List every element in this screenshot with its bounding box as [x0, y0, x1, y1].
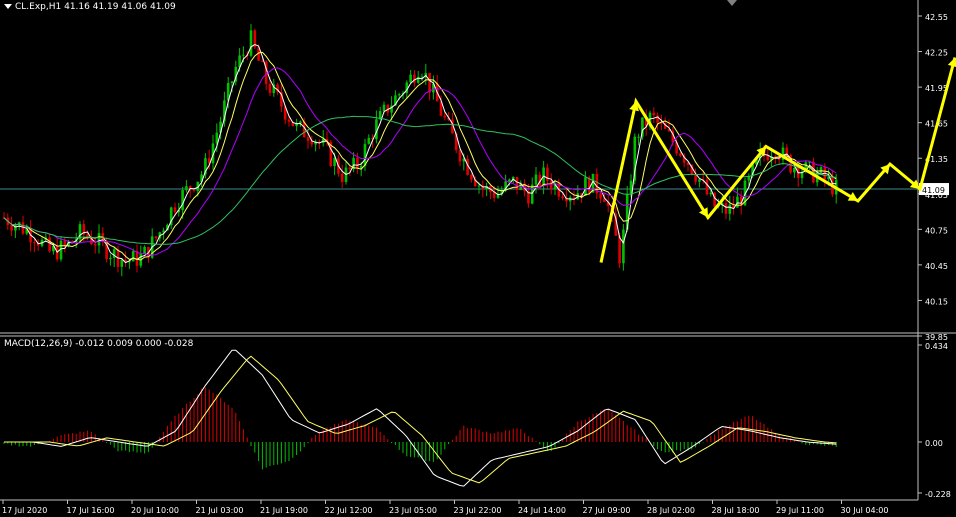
macd-tick-label: 0.00 — [925, 439, 943, 448]
price-candle-body — [679, 153, 682, 156]
current-price-label: 41.09 — [922, 186, 945, 195]
price-candle-body — [736, 196, 739, 208]
price-candle-body — [63, 240, 67, 246]
chart-symbol-header: CL.Exp,H1 41.16 41.19 41.06 41.09 — [4, 2, 176, 12]
price-candle-body — [131, 251, 135, 262]
symbol-quote-text: CL.Exp,H1 41.16 41.19 41.06 41.09 — [15, 2, 176, 12]
price-candle-body — [268, 83, 272, 94]
price-candle-body — [443, 115, 447, 118]
price-tick-label: 40.15 — [925, 297, 948, 306]
time-axis-label: 17 Jul 16:00 — [67, 506, 115, 515]
price-candle-body — [242, 54, 245, 56]
price-candle-body — [819, 167, 823, 173]
price-candle-body — [340, 173, 344, 182]
price-tick-label: 42.25 — [925, 49, 948, 58]
price-candle-body — [299, 121, 302, 124]
price-candle-body — [173, 207, 177, 213]
price-candle-body — [709, 192, 713, 195]
dropdown-triangle-icon[interactable] — [4, 4, 12, 9]
price-candle-body — [382, 104, 386, 112]
price-candle-body — [724, 203, 728, 214]
price-candle-body — [249, 30, 253, 56]
price-candle-body — [546, 167, 549, 181]
price-candle-body — [561, 196, 564, 199]
price-candle-body — [599, 193, 602, 199]
ma-mid-line — [3, 51, 837, 261]
price-candle-body — [397, 94, 401, 96]
price-candle-body — [637, 136, 640, 138]
forecast-arrowhead — [947, 57, 956, 68]
time-axis-label: 17 Jul 2020 — [2, 506, 47, 515]
macd-signal-line — [4, 355, 837, 484]
price-candle-body — [728, 204, 732, 214]
price-candle-body — [413, 74, 416, 83]
price-candle-body — [33, 242, 36, 244]
time-axis-label: 24 Jul 14:00 — [518, 506, 566, 515]
price-candle-body — [97, 233, 101, 246]
price-candle-body — [793, 168, 796, 173]
time-axis-label: 22 Jul 12:00 — [325, 506, 373, 515]
ma-slow-line — [3, 67, 837, 256]
price-candle-body — [549, 180, 553, 190]
chart-shift-marker-icon[interactable] — [727, 0, 737, 6]
price-candle-body — [154, 236, 158, 239]
time-axis-label: 29 Jul 11:00 — [776, 506, 824, 515]
price-candle-body — [10, 224, 13, 231]
price-candle-body — [652, 112, 656, 116]
price-candle-body — [458, 150, 462, 162]
macd-indicator-header: MACD(12,26,9) -0.012 0.009 0.000 -0.028 — [4, 339, 193, 349]
price-candle-body — [508, 179, 511, 182]
price-candle-body — [705, 179, 709, 195]
price-candle-body — [618, 235, 621, 264]
price-candle-body — [515, 176, 519, 190]
price-candle-body — [93, 244, 97, 246]
price-candle-body — [192, 189, 196, 191]
price-candle-body — [584, 177, 587, 196]
price-candle-body — [112, 249, 116, 258]
price-candle-body — [109, 257, 112, 260]
price-tick-label: 40.45 — [925, 262, 948, 271]
ma-long-line — [3, 115, 837, 245]
time-axis-label: 23 Jul 05:00 — [389, 506, 437, 515]
price-tick-label: 39.85 — [925, 333, 948, 342]
time-axis-label: 28 Jul 02:00 — [647, 506, 695, 515]
price-candle-body — [428, 72, 431, 93]
price-candle-body — [181, 190, 184, 211]
chart-area[interactable]: 42.5542.2541.9541.6541.3541.0540.7540.45… — [0, 0, 956, 517]
price-candle-body — [409, 74, 412, 83]
price-candle-body — [622, 229, 625, 264]
price-tick-label: 42.55 — [925, 13, 948, 22]
time-axis-label: 30 Jul 04:00 — [841, 506, 889, 515]
price-candle-body — [534, 174, 538, 185]
price-tick-label: 40.75 — [925, 226, 948, 235]
price-candle-body — [348, 167, 352, 169]
time-axis-label: 28 Jul 18:00 — [712, 506, 760, 515]
macd-tick-label: -0.228 — [925, 490, 951, 499]
price-candle-body — [470, 174, 473, 180]
price-candle-body — [48, 237, 51, 252]
price-candle-body — [306, 137, 310, 141]
price-candle-body — [698, 179, 701, 182]
price-candle-body — [477, 185, 481, 187]
price-candle-body — [367, 137, 371, 144]
time-axis-label: 27 Jul 09:00 — [583, 506, 631, 515]
macd-main-line — [4, 349, 837, 487]
macd-tick-label: 0.434 — [925, 342, 948, 351]
price-candle-body — [185, 186, 188, 191]
macd-values-text: MACD(12,26,9) -0.012 0.009 0.000 -0.028 — [4, 339, 194, 349]
price-candle-body — [356, 158, 359, 169]
price-candle-body — [143, 246, 146, 254]
time-axis-label: 21 Jul 03:00 — [196, 506, 244, 515]
ma-fast-line — [3, 43, 837, 264]
price-candle-body — [287, 119, 291, 122]
forecast-zigzag-arrows — [599, 57, 956, 263]
time-axis-label: 21 Jul 19:00 — [260, 506, 308, 515]
price-candle-body — [230, 81, 234, 83]
time-axis-label: 20 Jul 10:00 — [131, 506, 179, 515]
price-candle-body — [120, 259, 124, 267]
time-axis-label: 23 Jul 22:00 — [454, 506, 502, 515]
